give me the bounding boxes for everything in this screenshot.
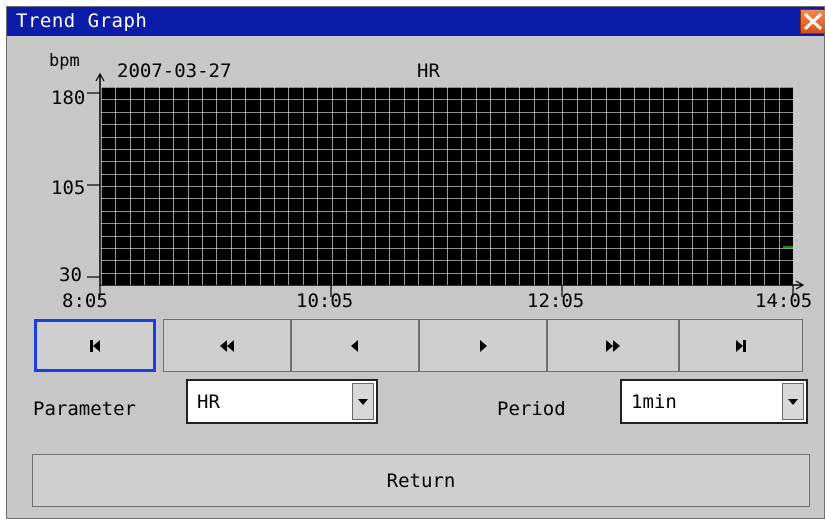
period-value: 1min [631,391,677,413]
fast-rewind-button[interactable] [163,319,291,372]
parameter-dropdown-button[interactable] [352,383,374,420]
parameter-select[interactable]: HR [186,379,378,424]
x-tick-label: 10:05 [296,290,354,312]
trend-graph-window: Trend Graph bpm 2007-03-27 HR 180 105 30… [6,6,825,519]
chevron-down-icon [358,399,368,405]
step-forward-icon [480,339,487,352]
graph-grid [101,87,793,285]
fast-rewind-icon [220,339,234,352]
return-label: Return [386,470,456,492]
chevron-down-icon [788,399,798,405]
period-label: Period [497,398,566,420]
step-forward-button[interactable] [419,319,547,372]
skip-to-start-button[interactable] [34,319,156,372]
trend-graph-plot [101,87,793,285]
skip-to-start-icon [90,339,100,352]
step-back-icon [351,339,358,352]
return-button[interactable]: Return [32,454,810,507]
x-tick-label: 12:05 [527,290,585,312]
parameter-label: Parameter [33,398,136,420]
period-select[interactable]: 1min [620,379,808,424]
parameter-value: HR [197,391,220,413]
period-dropdown-button[interactable] [782,383,804,420]
x-tick-label: 14:05 [755,290,813,312]
fast-forward-icon [606,339,620,352]
skip-to-end-button[interactable] [679,319,803,372]
fast-forward-button[interactable] [547,319,679,372]
skip-to-end-icon [736,339,746,352]
x-tick-label: 8:05 [62,290,108,312]
step-back-button[interactable] [291,319,419,372]
